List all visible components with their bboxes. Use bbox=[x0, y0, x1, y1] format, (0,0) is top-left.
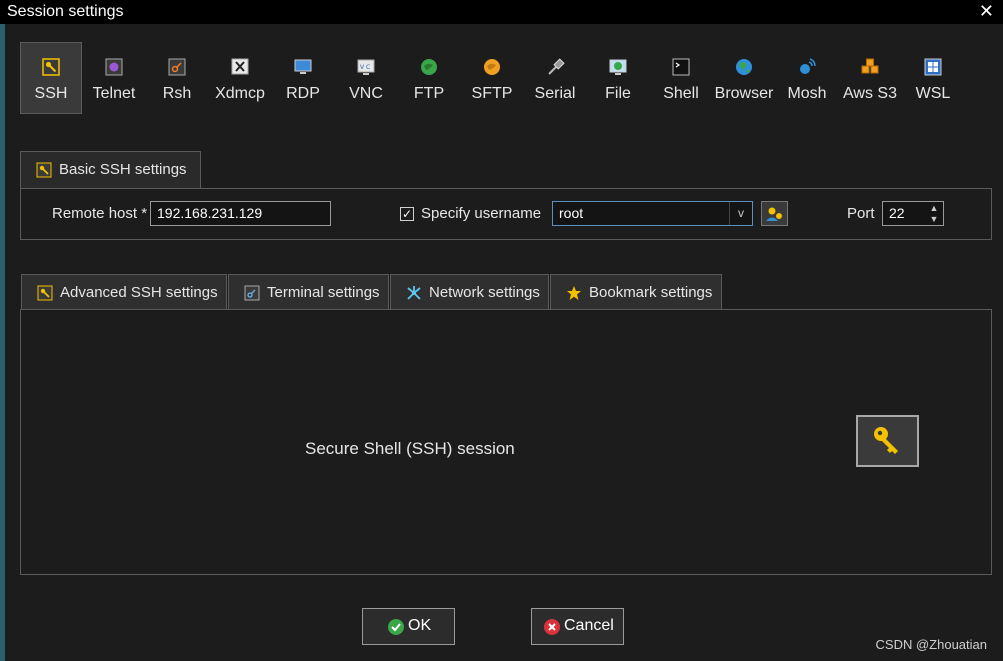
key-icon bbox=[36, 162, 52, 178]
protocol-shell[interactable]: Shell bbox=[650, 42, 712, 114]
protocol-label: Browser bbox=[714, 85, 774, 102]
cancel-icon bbox=[544, 619, 560, 635]
tab-terminal-settings[interactable]: Terminal settings bbox=[228, 274, 389, 310]
port-value: 22 bbox=[889, 205, 905, 221]
username-combobox[interactable]: root v bbox=[552, 201, 753, 226]
file-icon bbox=[609, 59, 627, 75]
tab-label: Terminal settings bbox=[267, 284, 380, 301]
background-window-edge bbox=[0, 24, 5, 661]
protocol-label: VNC bbox=[349, 85, 383, 102]
tab-label: Advanced SSH settings bbox=[60, 284, 218, 301]
star-icon bbox=[567, 286, 581, 300]
protocol-sftp[interactable]: SFTP bbox=[461, 42, 523, 114]
tab-bookmark-settings[interactable]: Bookmark settings bbox=[550, 274, 722, 310]
protocol-file[interactable]: File bbox=[587, 42, 649, 114]
title-bar: Session settings ✕ bbox=[0, 0, 1003, 24]
shell-icon bbox=[672, 58, 690, 76]
protocol-vnc[interactable]: V C VNC bbox=[335, 42, 397, 114]
telnet-icon bbox=[105, 58, 123, 76]
protocol-label: RDP bbox=[286, 85, 320, 102]
port-input[interactable]: 22 ▲ ▼ bbox=[882, 201, 944, 226]
ok-button[interactable]: OK bbox=[362, 608, 455, 645]
username-value: root bbox=[559, 205, 584, 221]
user-icon bbox=[766, 207, 782, 221]
protocol-label: Shell bbox=[663, 85, 699, 102]
protocol-xdmcp[interactable]: Xdmcp bbox=[209, 42, 271, 114]
spin-up-icon[interactable]: ▲ bbox=[927, 203, 941, 214]
protocol-label: Rsh bbox=[162, 85, 192, 102]
protocol-label: Telnet bbox=[92, 85, 136, 102]
cancel-label: Cancel bbox=[564, 617, 614, 634]
window-title: Session settings bbox=[7, 3, 124, 20]
protocol-ssh[interactable]: SSH bbox=[20, 42, 82, 114]
svg-text:V C: V C bbox=[360, 64, 370, 71]
aws-s3-icon bbox=[861, 58, 879, 74]
key-icon bbox=[874, 427, 898, 454]
spin-down-icon[interactable]: ▼ bbox=[927, 214, 941, 225]
session-description: Secure Shell (SSH) session bbox=[305, 439, 515, 458]
protocol-rdp[interactable]: RDP bbox=[272, 42, 334, 114]
protocol-telnet[interactable]: Telnet bbox=[83, 42, 145, 114]
remote-host-input[interactable]: 192.168.231.129 bbox=[150, 201, 331, 226]
cancel-button[interactable]: Cancel bbox=[531, 608, 624, 645]
specify-username-checkbox[interactable]: ✓ bbox=[400, 207, 414, 221]
browser-icon bbox=[736, 59, 752, 75]
wsl-icon bbox=[924, 58, 942, 76]
ok-label: OK bbox=[408, 617, 432, 634]
protocol-ftp[interactable]: FTP bbox=[398, 42, 460, 114]
protocol-mosh[interactable]: Mosh bbox=[776, 42, 838, 114]
protocol-label: SSH bbox=[34, 85, 68, 102]
xdmcp-icon bbox=[231, 58, 249, 75]
key-icon bbox=[37, 285, 53, 301]
ftp-icon bbox=[421, 59, 437, 75]
terminal-icon bbox=[244, 285, 260, 301]
chevron-down-icon[interactable]: v bbox=[729, 202, 752, 225]
tab-label: Network settings bbox=[429, 284, 540, 301]
rdp-icon bbox=[294, 59, 312, 74]
check-icon bbox=[388, 619, 404, 635]
port-label: Port bbox=[847, 205, 875, 222]
protocol-label: Mosh bbox=[787, 85, 827, 102]
remote-host-label: Remote host * bbox=[52, 205, 148, 222]
protocol-label: Xdmcp bbox=[215, 85, 265, 102]
protocol-aws-s3[interactable]: Aws S3 bbox=[839, 42, 901, 114]
protocol-wsl[interactable]: WSL bbox=[902, 42, 964, 114]
vnc-icon: V C bbox=[357, 59, 375, 75]
protocol-toolbar: SSH Telnet Rsh Xdmcp RDP V C VNC FTP SFT… bbox=[20, 42, 960, 114]
protocol-rsh[interactable]: Rsh bbox=[146, 42, 208, 114]
tab-label: Basic SSH settings bbox=[59, 161, 187, 178]
sftp-icon bbox=[484, 59, 500, 75]
protocol-label: Serial bbox=[534, 85, 576, 102]
tab-advanced-ssh-settings[interactable]: Advanced SSH settings bbox=[21, 274, 227, 310]
rsh-icon bbox=[168, 58, 186, 76]
protocol-label: FTP bbox=[413, 85, 445, 102]
watermark: CSDN @Zhouatian bbox=[875, 637, 987, 652]
tab-network-settings[interactable]: Network settings bbox=[390, 274, 549, 310]
tab-basic-ssh-settings[interactable]: Basic SSH settings bbox=[20, 151, 201, 189]
protocol-label: WSL bbox=[915, 85, 951, 102]
specify-username-label: Specify username bbox=[421, 205, 542, 222]
ssh-key-button[interactable] bbox=[856, 415, 919, 467]
tab-label: Bookmark settings bbox=[589, 284, 713, 301]
protocol-label: File bbox=[605, 85, 631, 102]
protocol-browser[interactable]: Browser bbox=[713, 42, 775, 114]
close-icon[interactable]: ✕ bbox=[979, 1, 994, 22]
mosh-icon bbox=[800, 58, 816, 74]
key-icon bbox=[42, 58, 60, 76]
protocol-label: Aws S3 bbox=[843, 85, 897, 102]
serial-icon bbox=[548, 58, 565, 75]
network-icon bbox=[407, 286, 421, 300]
protocol-serial[interactable]: Serial bbox=[524, 42, 586, 114]
user-manager-button[interactable] bbox=[761, 201, 788, 226]
protocol-label: SFTP bbox=[471, 85, 513, 102]
